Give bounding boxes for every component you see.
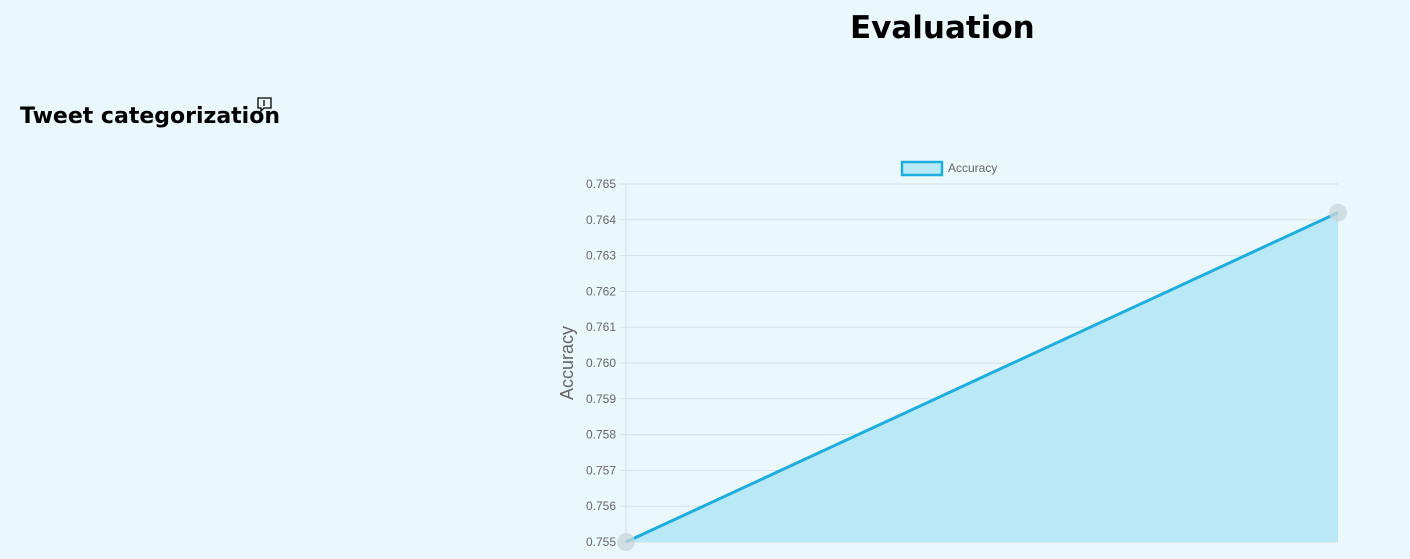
y-axis-ticks: 0.765 0.764 0.763 0.762 0.761 0.760 0.759 0.758…: [586, 177, 616, 549]
data-point[interactable]: [1329, 203, 1347, 222]
y-axis-title: Accuracy: [557, 326, 577, 400]
accuracy-chart: 0.765 0.764 0.763 0.762 0.761 0.760 0.759 0.758…: [557, 160, 1347, 551]
y-tick-label: 0.755: [586, 535, 616, 549]
bookmark-icon[interactable]: [255, 97, 273, 113]
y-tick-label: 0.764: [586, 213, 616, 227]
legend-label-accuracy[interactable]: Accuracy: [948, 161, 997, 175]
legend[interactable]: Accuracy: [900, 160, 997, 177]
legend-swatch-accuracy[interactable]: [900, 160, 944, 177]
y-tick-label: 0.759: [586, 392, 616, 406]
page: 0.765 0.764 0.763 0.762 0.761 0.760 0.759 0.758…: [0, 0, 1410, 559]
y-tick-label: 0.762: [586, 284, 616, 298]
y-tick-label: 0.757: [586, 463, 616, 477]
y-tick-label: 0.763: [586, 249, 616, 263]
section-title: Tweet categorization: [20, 104, 280, 129]
y-tick-label: 0.761: [586, 320, 616, 334]
y-tick-label: 0.756: [586, 499, 616, 513]
data-point[interactable]: [617, 533, 635, 551]
y-tick-label: 0.760: [586, 356, 616, 370]
y-tick-label: 0.758: [586, 428, 616, 442]
page-title: Evaluation: [850, 10, 1035, 46]
y-tick-label: 0.765: [586, 177, 616, 191]
